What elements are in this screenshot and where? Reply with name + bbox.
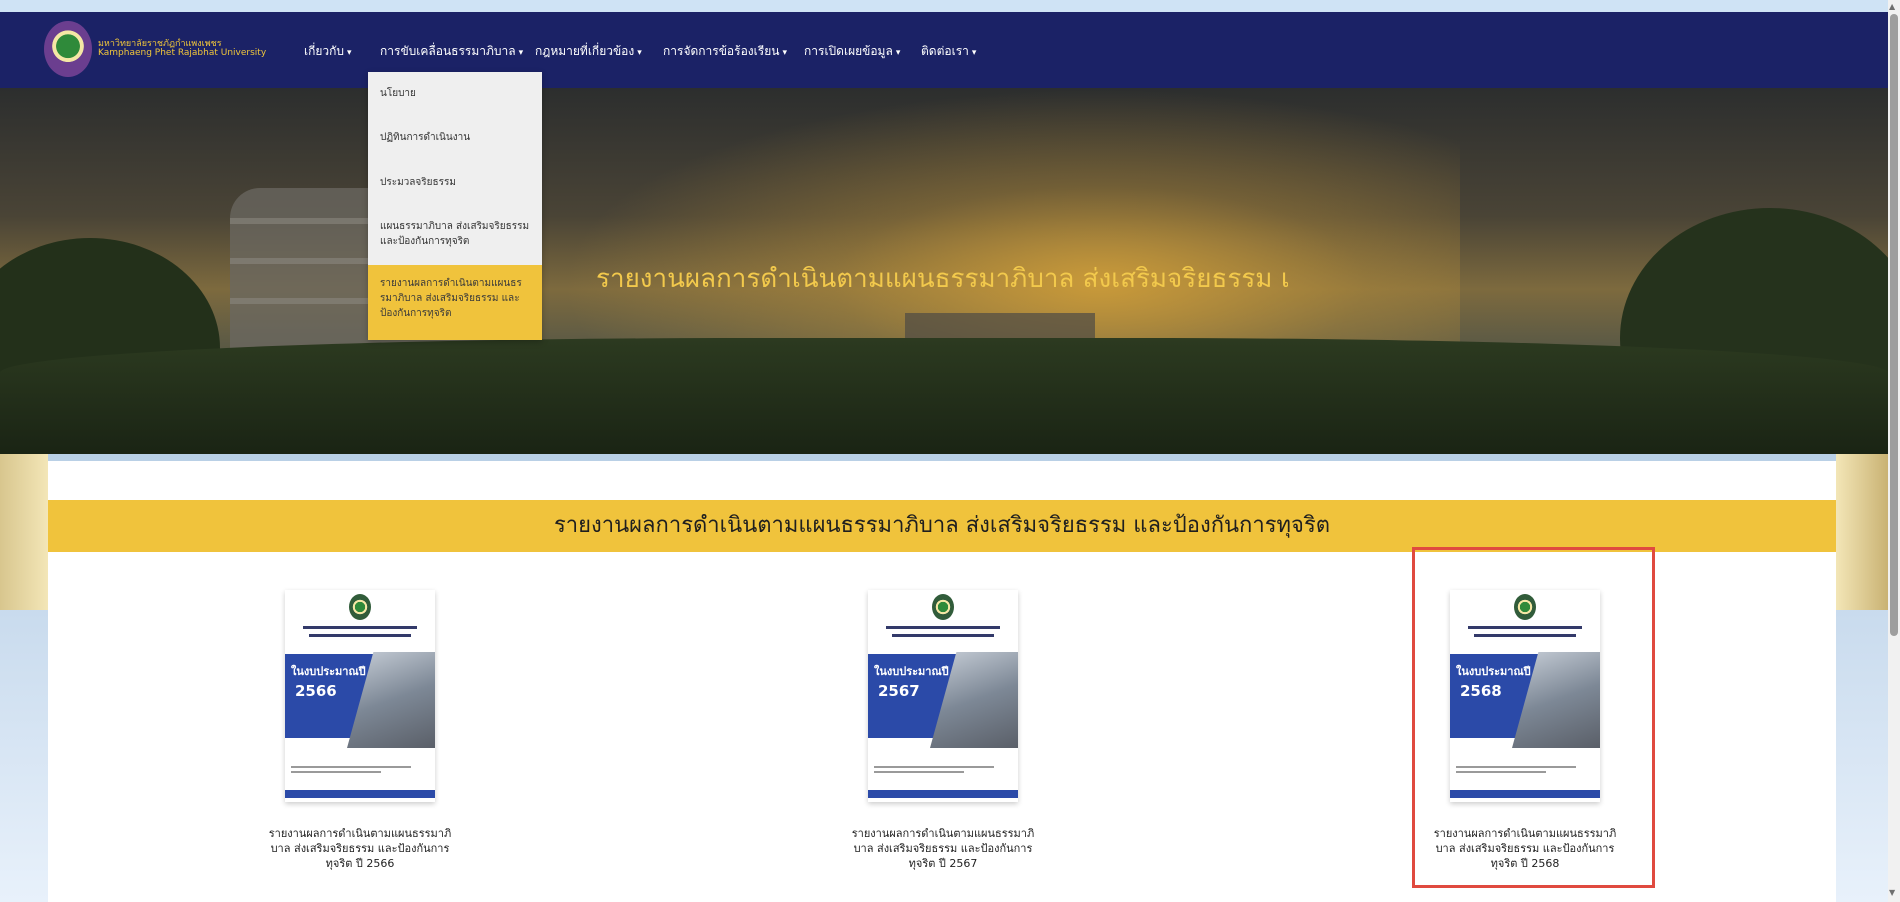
section-title: รายงานผลการดำเนินตามแผนธรรมาภิบาล ส่งเสร… xyxy=(48,500,1836,552)
cover-footnote-line xyxy=(291,771,381,773)
nav-item-disclosure[interactable]: การเปิดเผยข้อมูล ▾ xyxy=(804,42,900,61)
browser-top-strip xyxy=(0,0,1900,12)
nav-item-about[interactable]: เกี่ยวกับ ▾ xyxy=(304,42,352,61)
cover-footer-bar xyxy=(868,790,1018,798)
report-cover-2567[interactable]: ในงบประมาณปี 2567 xyxy=(868,590,1018,802)
hero-banner: รายงานผลการดำเนินตามแผนธรรมาภิบาล ส่งเสร… xyxy=(0,88,1888,454)
hero-treeline xyxy=(0,338,1888,454)
dropdown-item-policy[interactable]: นโยบาย xyxy=(368,86,542,101)
hero-title: รายงานผลการดำเนินตามแผนธรรมาภิบาล ส่งเสร… xyxy=(596,264,1288,294)
selection-highlight-box xyxy=(1412,547,1655,888)
background-building-left xyxy=(0,454,48,610)
caret-down-icon: ▾ xyxy=(347,48,352,58)
cover-title-line xyxy=(309,634,411,637)
nav-label: การเปิดเผยข้อมูล xyxy=(804,44,893,58)
nav-item-contact[interactable]: ติดต่อเรา ▾ xyxy=(921,42,976,61)
cover-logo-icon xyxy=(932,594,954,620)
caret-down-icon: ▾ xyxy=(637,48,642,58)
report-caption-2567[interactable]: รายงานผลการดำเนินตามแผนธรรมาภิบาล ส่งเสร… xyxy=(848,826,1038,871)
cover-title-line xyxy=(886,626,1000,629)
background-building-right xyxy=(1836,454,1888,610)
dropdown-item-code-of-ethics[interactable]: ประมวลจริยธรรม xyxy=(368,175,542,190)
nav-label: เกี่ยวกับ xyxy=(304,44,345,58)
scroll-down-arrow-icon[interactable]: ▼ xyxy=(1889,888,1895,897)
cover-label: ในงบประมาณปี xyxy=(874,665,949,678)
scrollbar-thumb[interactable] xyxy=(1890,14,1898,636)
cover-year: 2566 xyxy=(295,682,337,700)
nav-label: กฎหมายที่เกี่ยวข้อง xyxy=(535,44,635,58)
cover-footnote-line xyxy=(291,766,411,768)
nav-label: การขับเคลื่อนธรรมาภิบาล xyxy=(380,44,516,58)
dropdown-item-calendar[interactable]: ปฏิทินการดำเนินงาน xyxy=(368,130,542,145)
cover-footnote-line xyxy=(874,766,994,768)
dropdown-item-report-active[interactable]: รายงานผลการดำเนินตามแผนธรรมาภิบาล ส่งเสร… xyxy=(368,265,542,340)
caret-down-icon: ▾ xyxy=(782,48,787,58)
caret-down-icon: ▾ xyxy=(895,48,901,58)
nav-item-governance[interactable]: การขับเคลื่อนธรรมาภิบาล ▾ xyxy=(380,42,523,61)
caret-down-icon: ▾ xyxy=(518,48,524,58)
cover-title-line xyxy=(892,634,994,637)
caret-down-icon: ▾ xyxy=(971,48,977,58)
scroll-up-arrow-icon[interactable]: ▲ xyxy=(1889,2,1895,11)
cover-year: 2567 xyxy=(878,682,920,700)
nav-item-complaints[interactable]: การจัดการข้อร้องเรียน ▾ xyxy=(663,42,787,61)
report-caption-2566[interactable]: รายงานผลการดำเนินตามแผนธรรมาภิบาล ส่งเสร… xyxy=(265,826,455,871)
university-logo-icon[interactable] xyxy=(44,21,92,77)
report-cover-2566[interactable]: ในงบประมาณปี 2566 xyxy=(285,590,435,802)
cover-footnote-line xyxy=(874,771,964,773)
dropdown-item-governance-plan[interactable]: แผนธรรมาภิบาล ส่งเสริมจริยธรรม และป้องกั… xyxy=(368,219,542,249)
top-navbar: มหาวิทยาลัยราชภัฏกำแพงเพชร Kamphaeng Phe… xyxy=(0,12,1888,88)
nav-item-laws[interactable]: กฎหมายที่เกี่ยวข้อง ▾ xyxy=(535,42,642,61)
cover-label: ในงบประมาณปี xyxy=(291,665,366,678)
cover-footer-bar xyxy=(285,790,435,798)
governance-dropdown-menu: นโยบาย ปฏิทินการดำเนินงาน ประมวลจริยธรรม… xyxy=(368,72,542,340)
page-scrollbar[interactable]: ▲ ▼ xyxy=(1888,0,1900,902)
cover-title-line xyxy=(303,626,417,629)
nav-label: ติดต่อเรา xyxy=(921,44,969,58)
logo-text-english: Kamphaeng Phet Rajabhat University xyxy=(98,48,267,58)
cover-logo-icon xyxy=(349,594,371,620)
hero-sky-glow xyxy=(560,88,1460,348)
nav-label: การจัดการข้อร้องเรียน xyxy=(663,44,780,58)
